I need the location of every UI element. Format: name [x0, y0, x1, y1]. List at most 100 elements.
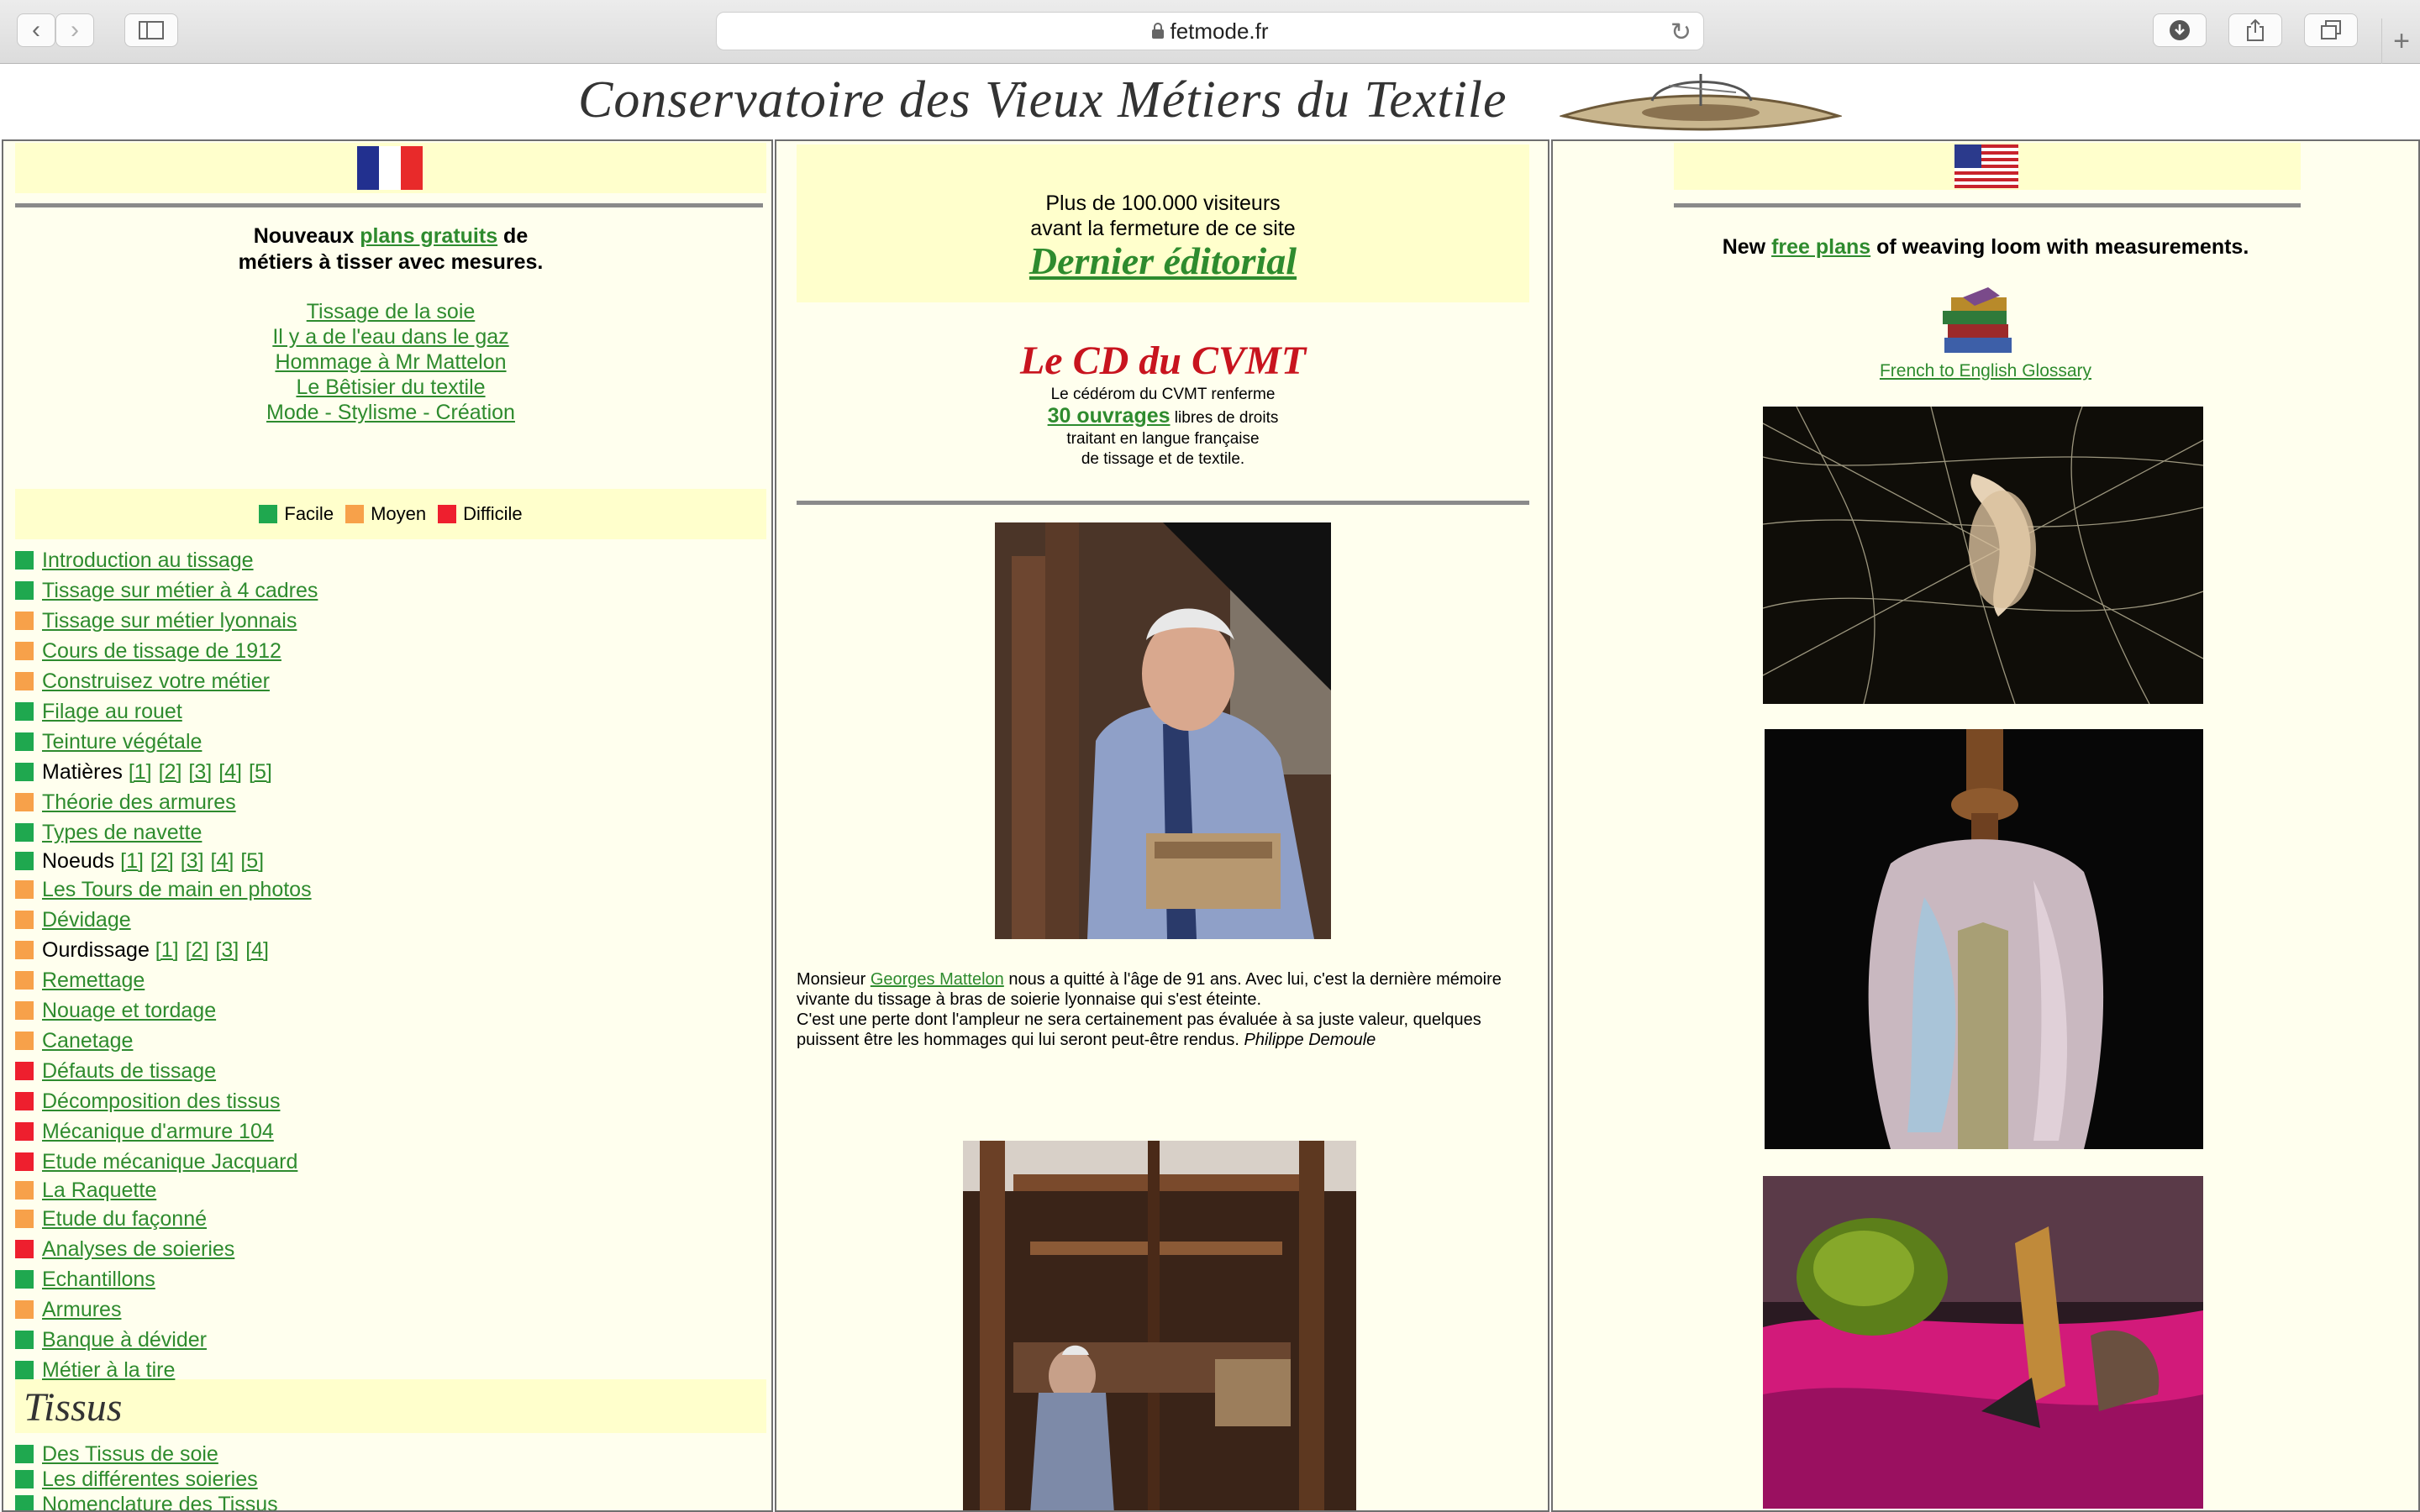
georges-mattelon-link[interactable]: Georges Mattelon: [871, 970, 1004, 989]
tissus-link[interactable]: Des Tissus de soie: [42, 1442, 218, 1467]
lock-icon: [1152, 23, 1165, 39]
cd-section: Le CD du CVMT Le cédérom du CVMT renferm…: [797, 338, 1529, 470]
right-column: New free plans of weaving loom with meas…: [1551, 139, 2420, 1512]
course-menu-item: Dévidage: [15, 906, 131, 934]
course-part-link[interactable]: [5]: [249, 760, 272, 785]
course-link[interactable]: Théorie des armures: [42, 790, 236, 815]
intro-text-end: de: [497, 224, 529, 248]
course-link[interactable]: Construisez votre métier: [42, 669, 270, 694]
course-link[interactable]: Types de navette: [42, 821, 202, 845]
sidebar-toggle-button[interactable]: [124, 13, 178, 47]
course-part-link[interactable]: [3]: [188, 760, 212, 785]
link-hommage-mattelon[interactable]: Hommage à Mr Mattelon: [275, 350, 506, 374]
course-link[interactable]: La Raquette: [42, 1179, 156, 1203]
share-button[interactable]: [2228, 13, 2282, 47]
difficulty-swatch: [15, 1032, 34, 1050]
course-part-link[interactable]: [5]: [240, 849, 264, 874]
downloads-button[interactable]: [2153, 13, 2207, 47]
course-part-link[interactable]: [2]: [186, 938, 209, 963]
course-menu-item: Ourdissage [1] [2] [3] [4]: [15, 936, 276, 964]
caption-author: Philippe Demoule: [1244, 1031, 1376, 1049]
tissus-link[interactable]: Les différentes soieries: [42, 1467, 258, 1492]
course-link[interactable]: Etude du façonné: [42, 1207, 207, 1231]
course-link[interactable]: Introduction au tissage: [42, 549, 254, 573]
legend-easy-label: Facile: [284, 503, 334, 524]
course-link[interactable]: Nouage et tordage: [42, 999, 216, 1023]
feature-links: Tissage de la soie Il y a de l'eau dans …: [15, 299, 766, 425]
course-link[interactable]: Décomposition des tissus: [42, 1089, 280, 1114]
site-title: Conservatoire des Vieux Métiers du Texti…: [578, 71, 1507, 129]
course-link[interactable]: Remettage: [42, 969, 145, 993]
difficulty-swatch: [15, 763, 34, 781]
free-plans-link[interactable]: plans gratuits: [360, 224, 497, 248]
course-link[interactable]: Métier à la tire: [42, 1358, 175, 1383]
cd-line1: Le cédérom du CVMT renferme: [1050, 386, 1276, 403]
tissus-link[interactable]: Nomenclature des Tissus: [42, 1493, 278, 1511]
course-menu-item: Banque à dévider: [15, 1326, 207, 1354]
editorial-link[interactable]: Dernier éditorial: [797, 239, 1529, 283]
browser-toolbar: ‹ › fetmode.fr ↻ +: [0, 0, 2420, 64]
course-link[interactable]: Echantillons: [42, 1268, 155, 1292]
link-mode-stylisme[interactable]: Mode - Stylisme - Création: [266, 401, 515, 424]
textile-still-life-photo: [1763, 1176, 2203, 1509]
course-link[interactable]: Etude mécanique Jacquard: [42, 1150, 297, 1174]
course-link[interactable]: Tissage sur métier lyonnais: [42, 609, 297, 633]
legend-hard-label: Difficile: [463, 503, 523, 524]
link-tissage-soie[interactable]: Tissage de la soie: [307, 300, 476, 323]
course-link[interactable]: Filage au rouet: [42, 700, 182, 724]
french-flag-icon[interactable]: [356, 146, 424, 190]
us-flag-icon[interactable]: [1953, 144, 2020, 188]
us-flag-bar: [1674, 143, 2301, 190]
difficulty-swatch: [15, 1270, 34, 1289]
link-betisier[interactable]: Le Bêtisier du textile: [296, 375, 485, 399]
course-label: Matières: [42, 759, 129, 784]
course-part-link[interactable]: [1]: [129, 760, 152, 785]
back-button[interactable]: ‹: [17, 13, 55, 47]
course-part-link[interactable]: [3]: [181, 849, 204, 874]
course-menu-item: Etude du façonné: [15, 1205, 207, 1233]
course-link[interactable]: Cours de tissage de 1912: [42, 639, 281, 664]
course-link[interactable]: Tissage sur métier à 4 cadres: [42, 579, 318, 603]
course-part-link[interactable]: [1]: [155, 938, 179, 963]
difficulty-swatch: [15, 1062, 34, 1080]
legend-medium-label: Moyen: [371, 503, 427, 524]
course-part-link[interactable]: [4]: [211, 849, 234, 874]
glossary-link[interactable]: French to English Glossary: [1553, 361, 2418, 381]
books-icon[interactable]: [1938, 286, 2018, 358]
course-menu-item: Etude mécanique Jacquard: [15, 1147, 297, 1176]
difficulty-swatch: [15, 793, 34, 811]
divider: [1674, 203, 2301, 207]
english-free-plans-link[interactable]: free plans: [1771, 235, 1870, 259]
course-part-link[interactable]: [4]: [218, 760, 242, 785]
course-link[interactable]: Analyses de soieries: [42, 1237, 234, 1262]
course-link[interactable]: Dévidage: [42, 908, 131, 932]
cd-ouvrages-link[interactable]: 30 ouvrages: [1048, 404, 1171, 428]
course-link[interactable]: Mécanique d'armure 104: [42, 1120, 274, 1144]
course-menu-item: Nouage et tordage: [15, 996, 216, 1025]
course-part-link[interactable]: [2]: [150, 849, 174, 874]
course-link[interactable]: Défauts de tissage: [42, 1059, 216, 1084]
course-link[interactable]: Canetage: [42, 1029, 133, 1053]
course-menu-item: Construisez votre métier: [15, 667, 270, 696]
difficulty-swatch: [15, 1445, 34, 1463]
cd-line2-rest: libres de droits: [1170, 409, 1279, 427]
course-menu-item: La Raquette: [15, 1176, 156, 1205]
link-eau-gaz[interactable]: Il y a de l'eau dans le gaz: [272, 325, 508, 349]
tabs-overview-button[interactable]: [2304, 13, 2358, 47]
address-bar[interactable]: fetmode.fr ↻: [716, 12, 1704, 50]
forward-button[interactable]: ›: [55, 13, 94, 47]
loom-workshop-photo: [963, 1141, 1356, 1510]
course-part-link[interactable]: [2]: [159, 760, 182, 785]
course-link[interactable]: Banque à dévider: [42, 1328, 207, 1352]
course-link[interactable]: Les Tours de main en photos: [42, 878, 312, 902]
course-menu-item: Les Tours de main en photos: [15, 875, 312, 904]
course-link[interactable]: Teinture végétale: [42, 730, 202, 754]
course-part-link[interactable]: [3]: [215, 938, 239, 963]
new-tab-button[interactable]: +: [2381, 18, 2420, 64]
reload-icon[interactable]: ↻: [1670, 18, 1691, 47]
course-link[interactable]: Armures: [42, 1298, 121, 1322]
course-part-link[interactable]: [1]: [120, 849, 144, 874]
mattelon-caption: Monsieur Georges Mattelon nous a quitté …: [797, 969, 1529, 1050]
course-part-link[interactable]: [4]: [245, 938, 269, 963]
course-menu-item: Echantillons: [15, 1265, 155, 1294]
